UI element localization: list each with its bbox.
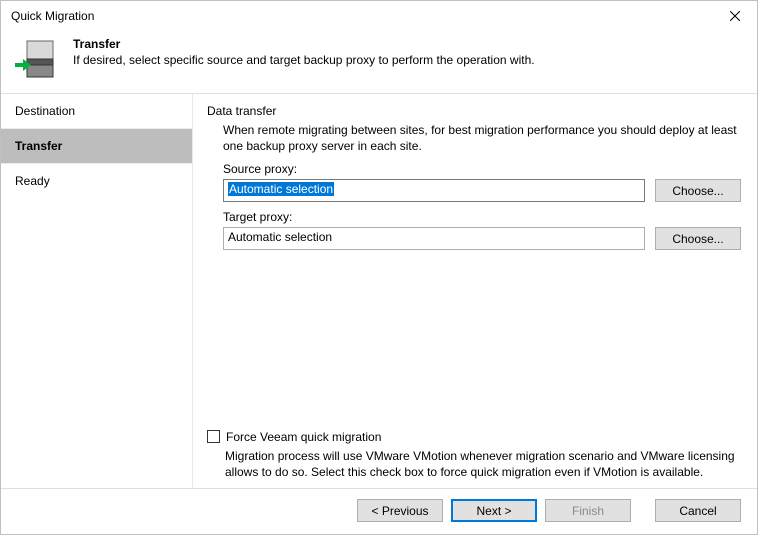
next-button[interactable]: Next > — [451, 499, 537, 522]
wizard-content: Data transfer When remote migrating betw… — [193, 94, 757, 488]
section-title: Data transfer — [207, 104, 741, 118]
source-choose-button[interactable]: Choose... — [655, 179, 741, 202]
target-proxy-label: Target proxy: — [223, 210, 741, 224]
wizard-header: Transfer If desired, select specific sou… — [1, 31, 757, 93]
source-proxy-value: Automatic selection — [228, 182, 334, 196]
close-icon — [730, 11, 740, 21]
close-button[interactable] — [713, 1, 757, 31]
previous-button[interactable]: < Previous — [357, 499, 443, 522]
force-migration-note: Migration process will use VMware VMotio… — [225, 448, 741, 480]
header-description: If desired, select specific source and t… — [73, 53, 535, 67]
source-proxy-row: Automatic selection Choose... — [223, 179, 741, 202]
force-migration-row: Force Veeam quick migration — [207, 430, 741, 444]
target-proxy-input[interactable]: Automatic selection — [223, 227, 645, 250]
transfer-icon — [15, 37, 59, 81]
source-proxy-label: Source proxy: — [223, 162, 741, 176]
wizard-steps: Destination Transfer Ready — [1, 94, 193, 488]
titlebar: Quick Migration — [1, 1, 757, 31]
target-choose-button[interactable]: Choose... — [655, 227, 741, 250]
step-label: Ready — [15, 174, 50, 188]
cancel-button[interactable]: Cancel — [655, 499, 741, 522]
step-label: Transfer — [15, 139, 62, 153]
wizard-body: Destination Transfer Ready Data transfer… — [1, 94, 757, 488]
wizard-footer: < Previous Next > Finish Cancel — [1, 488, 757, 534]
target-proxy-row: Automatic selection Choose... — [223, 227, 741, 250]
force-migration-label: Force Veeam quick migration — [226, 430, 381, 444]
window-title: Quick Migration — [11, 9, 94, 23]
force-migration-checkbox[interactable] — [207, 430, 220, 443]
header-text: Transfer If desired, select specific sou… — [73, 37, 535, 81]
target-proxy-value: Automatic selection — [228, 230, 332, 244]
source-proxy-input[interactable]: Automatic selection — [223, 179, 645, 202]
step-transfer[interactable]: Transfer — [1, 129, 192, 164]
step-label: Destination — [15, 104, 75, 118]
finish-button: Finish — [545, 499, 631, 522]
wizard-window: Quick Migration Transfer If desired, sel… — [0, 0, 758, 535]
section-description: When remote migrating between sites, for… — [223, 122, 741, 154]
header-title: Transfer — [73, 37, 535, 51]
step-ready[interactable]: Ready — [1, 164, 192, 198]
step-destination[interactable]: Destination — [1, 94, 192, 129]
